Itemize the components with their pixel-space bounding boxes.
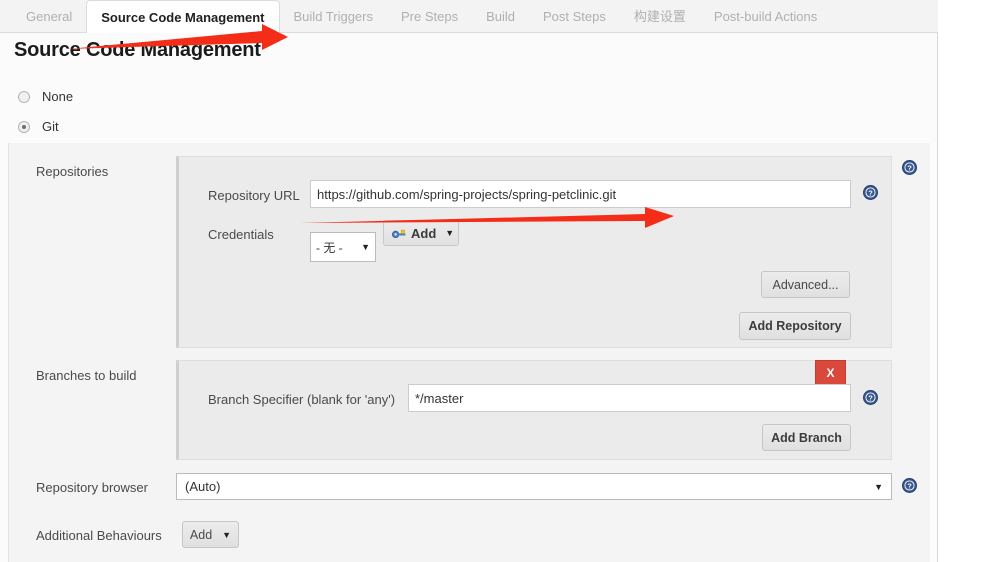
additional-behaviours-add-button[interactable]: Add ▼ [182, 521, 239, 548]
chevron-down-icon: ▼ [361, 242, 370, 252]
credentials-select-value: - 无 - [316, 240, 343, 255]
scm-option-git-label: Git [42, 119, 59, 135]
chevron-down-icon: ▼ [222, 529, 232, 540]
branches-to-build-label: Branches to build [36, 368, 137, 383]
tab-build[interactable]: Build [472, 1, 529, 33]
repository-url-input[interactable]: https://github.com/spring-projects/sprin… [310, 180, 851, 208]
branch-specifier-input[interactable]: */master [408, 384, 851, 412]
svg-text:?: ? [907, 164, 912, 173]
branch-specifier-help-icon[interactable]: ? [863, 390, 878, 405]
tab-post-steps[interactable]: Post Steps [529, 1, 620, 33]
svg-text:?: ? [868, 394, 873, 403]
tab-pre-steps[interactable]: Pre Steps [387, 1, 472, 33]
repository-url-label: Repository URL [208, 188, 300, 203]
tab-build-triggers[interactable]: Build Triggers [280, 1, 387, 33]
add-credentials-button[interactable]: Add ▼ [383, 220, 459, 246]
add-branch-button[interactable]: Add Branch [762, 424, 851, 451]
tab-list: General Source Code Management Build Tri… [0, 0, 938, 34]
config-tab-bar: General Source Code Management Build Tri… [0, 0, 938, 34]
tab-general[interactable]: General [12, 1, 86, 33]
repository-browser-help-icon[interactable]: ? [902, 478, 917, 493]
additional-behaviours-label: Additional Behaviours [36, 528, 162, 543]
scm-option-git[interactable]: Git [18, 118, 59, 134]
credentials-select[interactable]: - 无 - ▼ [310, 232, 376, 262]
svg-text:?: ? [907, 482, 912, 491]
tab-build-settings[interactable]: 构建设置 [620, 1, 700, 33]
repository-browser-value: (Auto) [185, 479, 221, 494]
radio-git-icon[interactable] [18, 120, 30, 133]
svg-text:?: ? [868, 189, 873, 198]
repositories-section-help-icon[interactable]: ? [902, 160, 917, 175]
additional-behaviours-add-label: Add [189, 527, 213, 542]
delete-branch-button[interactable]: X [815, 360, 846, 386]
repository-browser-select[interactable]: (Auto) ▼ [176, 473, 892, 500]
repositories-label: Repositories [36, 164, 109, 179]
tab-post-build-actions[interactable]: Post-build Actions [700, 1, 831, 33]
chevron-down-icon: ▼ [874, 481, 883, 492]
add-repository-button[interactable]: Add Repository [739, 312, 851, 340]
branch-specifier-label: Branch Specifier (blank for 'any') [208, 392, 396, 407]
page-title: Source Code Management [14, 39, 261, 61]
jenkins-job-config-page: General Source Code Management Build Tri… [0, 0, 1000, 562]
chevron-down-icon: ▼ [445, 228, 455, 238]
credentials-label: Credentials [208, 227, 274, 242]
scm-option-none[interactable]: None [18, 88, 73, 104]
advanced-button[interactable]: Advanced... [761, 271, 850, 298]
add-credentials-label: Add [411, 225, 437, 241]
key-icon [391, 227, 406, 239]
repository-url-help-icon[interactable]: ? [863, 185, 878, 200]
radio-none-icon[interactable] [18, 90, 30, 103]
repository-browser-label: Repository browser [36, 480, 148, 495]
scm-option-none-label: None [42, 89, 74, 105]
tab-source-code-management[interactable]: Source Code Management [86, 0, 280, 34]
